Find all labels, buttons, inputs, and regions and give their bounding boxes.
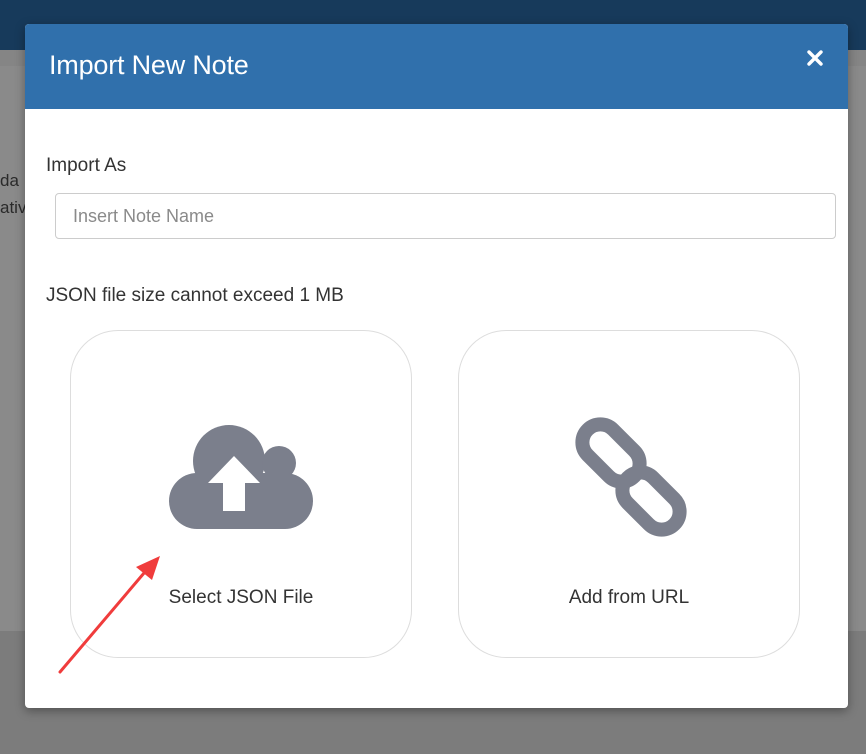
close-button[interactable]	[801, 44, 829, 72]
add-from-url-button[interactable]: Add from URL	[458, 330, 800, 658]
dialog-header: Import New Note	[25, 24, 848, 109]
cloud-upload-icon	[71, 423, 411, 531]
close-icon	[807, 50, 823, 66]
file-size-note: JSON file size cannot exceed 1 MB	[46, 285, 344, 306]
backdrop-text: ativ	[0, 198, 27, 217]
link-icon	[459, 411, 799, 541]
add-from-url-label: Add from URL	[568, 587, 690, 608]
import-note-dialog: Import New Note Import As JSON file size…	[25, 24, 848, 708]
note-name-input[interactable]	[55, 193, 836, 239]
select-json-file-label: Select JSON File	[168, 587, 314, 608]
import-as-label: Import As	[46, 155, 127, 176]
dialog-title: Import New Note	[49, 50, 249, 80]
select-json-file-button[interactable]: Select JSON File	[70, 330, 412, 658]
backdrop-text: da	[0, 171, 19, 190]
